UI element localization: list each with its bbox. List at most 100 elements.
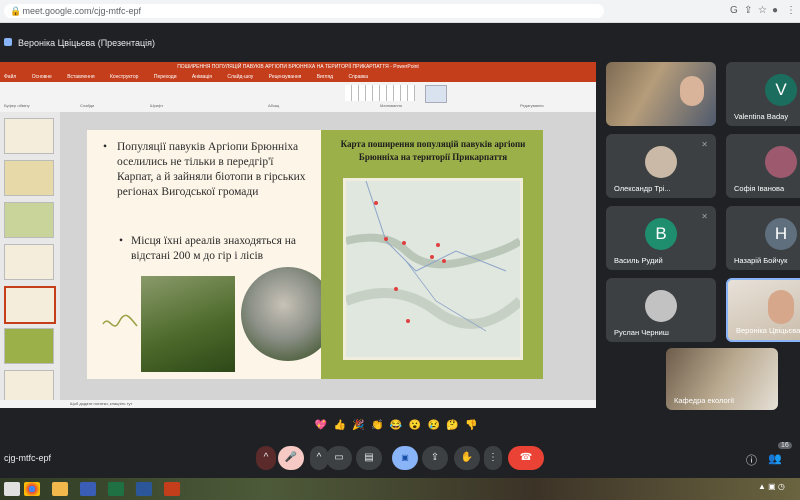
participant-tile[interactable]: В ✕ Василь Рудий [606,206,716,270]
slide-thumb[interactable] [4,202,54,238]
file-explorer-icon[interactable] [52,482,68,496]
app-icon[interactable] [80,482,96,496]
camera-button[interactable]: ▭ [326,446,352,470]
info-icon[interactable]: ⓘ [746,452,757,468]
reaction-sad[interactable]: 😢 [426,420,442,431]
bullet-text-1: Популяції павуків Аргіопи Брюнніха осели… [117,141,306,198]
present-now-button[interactable]: ⇪ [422,446,448,470]
participant-name: Софія Іванова [734,184,785,193]
reaction-thinking[interactable]: 🤔 [444,420,460,431]
map-marker [394,287,398,291]
map-marker [430,255,434,259]
mic-off-button[interactable]: 🎤 [278,446,304,470]
arrange-button[interactable] [425,85,447,103]
group-editing: Редагування [520,103,544,108]
ppt-ribbon: Буфер обміну Слайди Шрифт Абзац Малюванн… [0,82,596,113]
lock-icon: 🔒 [10,6,22,16]
spider-photo-person [141,276,235,372]
participant-tile[interactable]: Софія Іванова [726,134,800,198]
tab-slideshow[interactable]: Слайд-шоу [227,74,253,80]
participant-tile[interactable] [606,62,716,126]
reactions-bar: 💖 👍 🎉 👏 😂 😮 😢 🤔 👎 [313,420,479,436]
participant-name: Valentina Baday [734,112,789,121]
present-icon [4,38,12,46]
group-font: Шрифт [150,103,164,108]
map-marker [436,243,440,247]
participant-tile-speaking[interactable]: Вероніка Цвіцьєва [726,278,800,342]
avatar-photo [765,146,797,178]
present-button[interactable]: ▣ [392,446,418,470]
powerpoint-icon[interactable] [164,482,180,496]
tray-icons: ▲ ▣ ◷ [758,482,785,491]
bullet-text-2: Місця їхні ареалів знаходяться на відста… [131,235,297,262]
chrome-icon[interactable] [24,482,40,496]
avatar-photo [645,146,677,178]
slide-thumb[interactable] [4,244,54,280]
reaction-clap[interactable]: 👏 [369,420,385,431]
profile-icon[interactable]: ● [772,5,778,16]
bullet-dot-icon: • [103,141,108,153]
raise-hand-button[interactable]: ✋ [454,446,480,470]
shapes-gallery[interactable] [345,85,415,101]
participant-name: Руслан Черниш [614,328,669,337]
tab-review[interactable]: Рецензування [269,74,302,80]
reaction-party[interactable]: 🎉 [351,420,367,431]
slide-thumb[interactable] [4,328,54,364]
tab-animations[interactable]: Анімація [192,74,212,80]
excel-icon[interactable] [108,482,124,496]
captions-button[interactable]: ▤ [356,446,382,470]
participant-tile[interactable]: ✕ Олександр Трі... [606,134,716,198]
menu-icon[interactable]: ⋮ [786,5,796,16]
slide-bullet-1: • Популяції павуків Аргіопи Брюнніха осе… [103,140,307,200]
leave-call-button[interactable]: ☎ [508,446,544,470]
participant-count-badge: 16 [778,442,792,449]
bullet-dot-icon: • [119,235,124,247]
slide-thumbnails[interactable] [0,112,61,406]
people-icon[interactable]: 👥 [768,452,782,465]
slide-thumb[interactable] [4,160,54,196]
tab-transitions[interactable]: Переходи [154,74,177,80]
reaction-thumbs-down[interactable]: 👎 [463,420,479,431]
map-marker [402,241,406,245]
map-marker [406,319,410,323]
start-icon[interactable] [4,482,20,496]
reaction-laugh[interactable]: 😂 [388,420,404,431]
participant-name: Вероніка Цвіцьєва [736,326,800,335]
tab-view[interactable]: Вигляд [317,74,333,80]
tab-home[interactable]: Основне [32,74,52,80]
participant-tile[interactable]: V Valentina Baday [726,62,800,126]
reaction-heart[interactable]: 💖 [313,420,329,431]
tab-file[interactable]: Файл [4,74,16,80]
reaction-surprised[interactable]: 😮 [407,420,423,431]
slide-thumb-active[interactable] [4,286,56,324]
participant-tile[interactable]: Н Назарій Бойчук [726,206,800,270]
map-marker [374,201,378,205]
slide-map-panel: Карта поширення популяцій павуків аргіоп… [321,130,543,379]
current-slide: • Популяції павуків Аргіопи Брюнніха осе… [87,130,543,379]
address-bar[interactable]: 🔒 meet.google.com/cjg-mtfc-epf [4,4,604,18]
star-icon[interactable]: ☆ [758,5,767,16]
tab-insert[interactable]: Вставлення [67,74,94,80]
reaction-thumbs-up[interactable]: 👍 [332,420,348,431]
avatar: V [765,74,797,106]
url-text: meet.google.com/cjg-mtfc-epf [22,6,142,16]
mic-muted-icon: ✕ [701,212,708,221]
notes-hint[interactable]: Щоб додати нотатки, клацніть тут [70,401,132,406]
participant-tile[interactable]: Кафедра екології [666,348,778,410]
slide-thumb[interactable] [4,118,54,154]
participant-name: Василь Рудий [614,256,663,265]
map-marker [442,259,446,263]
presenter-label: Вероніка Цвіцьєва (Презентація) [18,38,156,48]
participant-tile[interactable]: Руслан Черниш [606,278,716,342]
share-icon[interactable]: ⇪ [744,5,752,16]
google-g-icon[interactable]: G [730,5,738,16]
tab-help[interactable]: Справка [348,74,368,80]
more-options-button[interactable]: ⋮ [484,446,502,470]
ppt-title-bar: ПОШИРЕННЯ ПОПУЛЯЦІЙ ПАВУКІВ АРГІОПИ БРЮН… [0,62,596,72]
slide-bullet-2: • Місця їхні ареалів знаходяться на відс… [119,234,311,264]
mic-options-button[interactable]: ^ [256,446,276,470]
tab-design[interactable]: Конструктор [110,74,139,80]
squiggle-decoration [102,314,138,327]
word-icon[interactable] [136,482,152,496]
participant-face [768,290,794,324]
